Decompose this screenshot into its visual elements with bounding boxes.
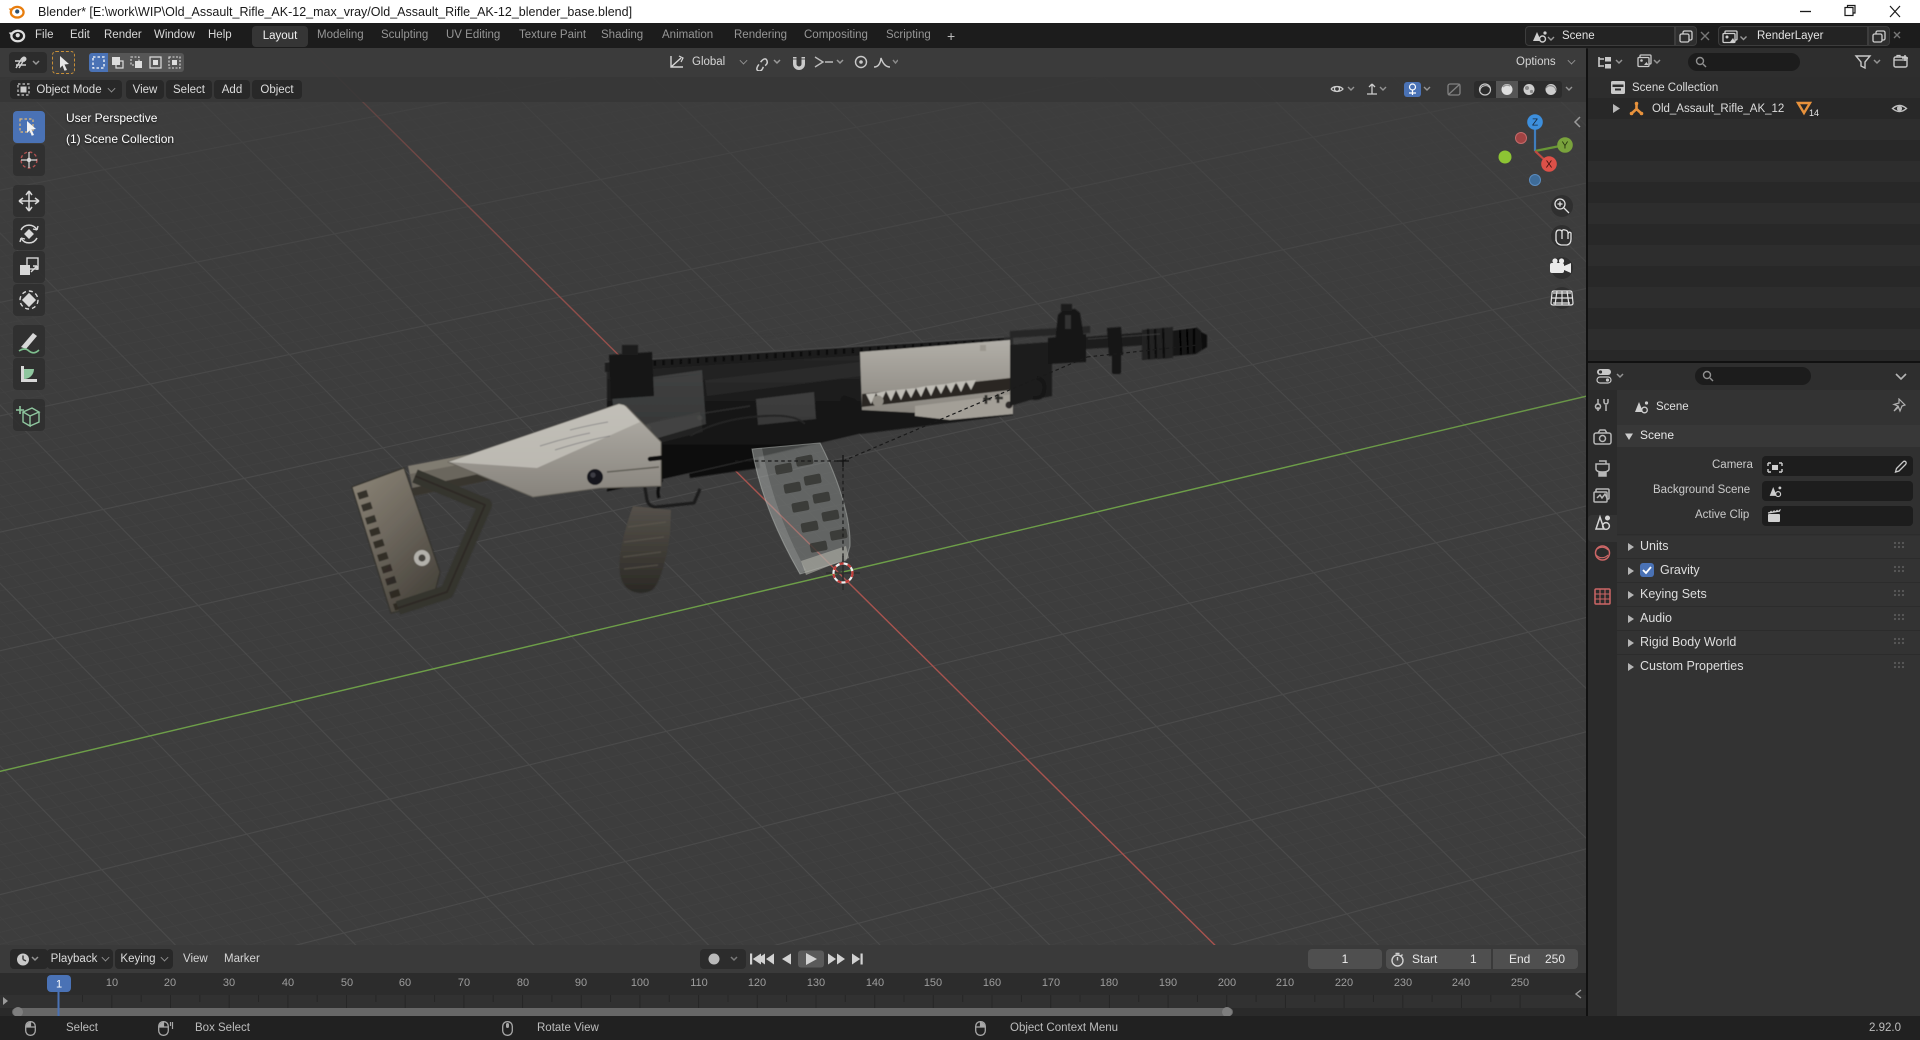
svg-text:Z: Z	[1532, 118, 1538, 129]
svg-text:Y: Y	[1562, 141, 1569, 152]
svg-text:X: X	[1546, 160, 1553, 171]
svg-text:14: 14	[1809, 108, 1819, 118]
svg-text:1: 1	[56, 979, 62, 991]
